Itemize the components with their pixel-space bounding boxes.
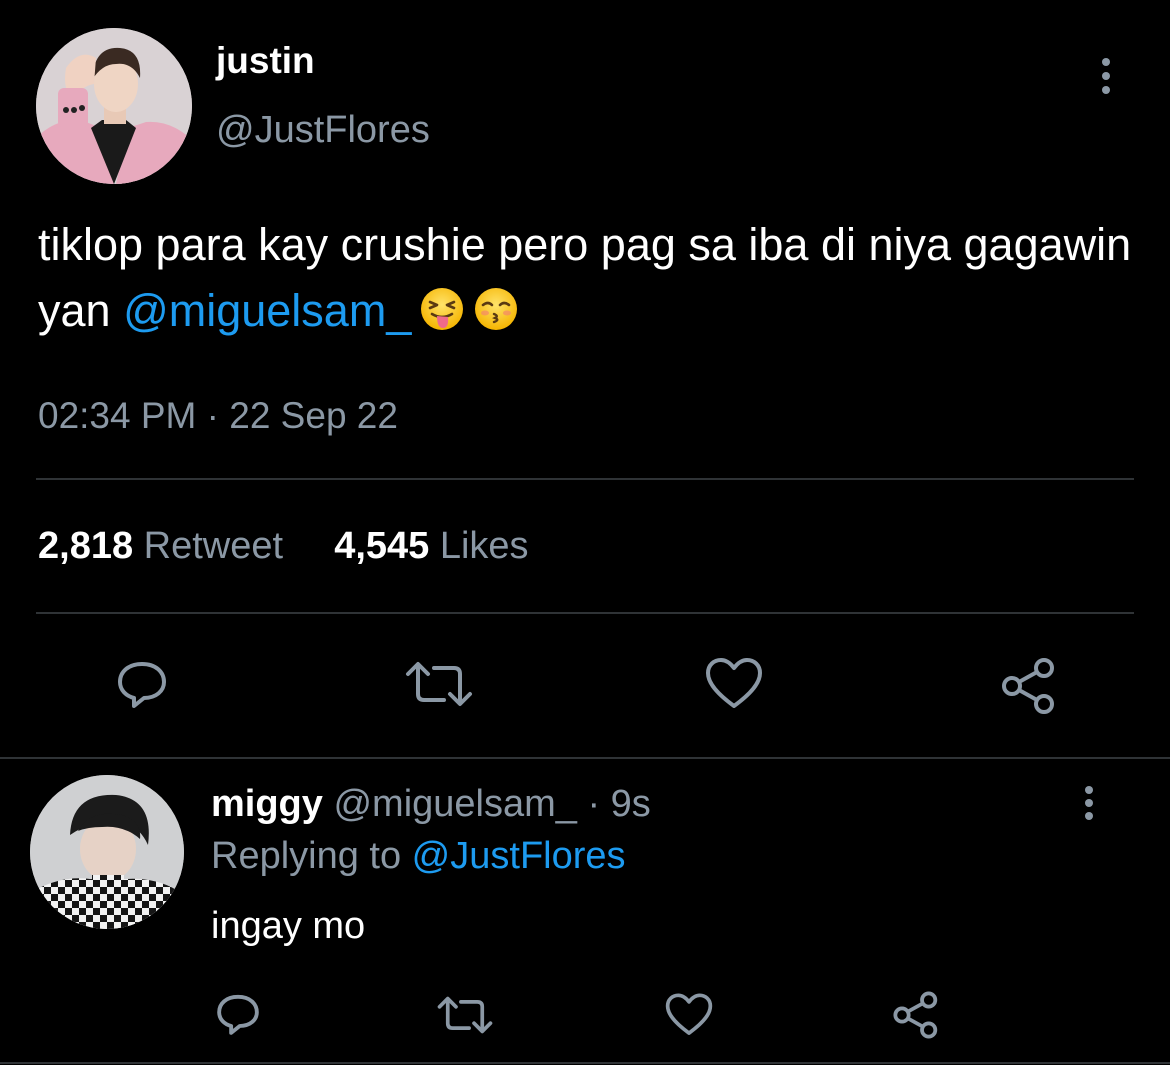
reply-header: miggy @miguelsam_ · 9s <box>211 780 651 828</box>
divider <box>36 478 1134 480</box>
replying-to: Replying to @JustFlores <box>211 832 626 880</box>
reply-text: ingay mo <box>211 905 366 947</box>
more-options-icon[interactable] <box>1098 58 1114 94</box>
tweet-mention-link[interactable]: @miguelsam_ <box>123 285 411 336</box>
retweet-count[interactable]: 2,818 <box>38 525 133 567</box>
retweet-label[interactable]: Retweet <box>144 525 283 567</box>
kebab-dot <box>1085 812 1093 820</box>
kebab-dot <box>1102 58 1110 66</box>
tweet-separator <box>0 757 1170 759</box>
like-icon[interactable] <box>664 992 714 1038</box>
share-icon[interactable] <box>1000 656 1060 716</box>
author-name[interactable]: justin <box>216 38 315 84</box>
replying-to-label: Replying to <box>211 835 412 877</box>
squinting-face-with-tongue-emoji-icon <box>421 288 464 330</box>
reply-time[interactable]: · 9s <box>577 783 650 825</box>
retweet-icon[interactable] <box>436 992 494 1038</box>
like-label[interactable]: Likes <box>440 525 529 567</box>
reply-author-name[interactable]: miggy <box>211 783 323 825</box>
reply-author-handle[interactable]: @miguelsam_ <box>333 783 576 825</box>
author-avatar[interactable] <box>36 28 192 184</box>
kebab-dot <box>1085 786 1093 794</box>
reply-icon[interactable] <box>214 990 262 1038</box>
kissing-face-with-closed-eyes-emoji-icon <box>475 288 518 330</box>
reply-avatar-image <box>30 775 184 929</box>
like-count[interactable]: 4,545 <box>334 525 429 567</box>
kebab-dot <box>1102 72 1110 80</box>
divider <box>36 612 1134 614</box>
tweet-stats: 2,818 Retweet 4,545 Likes <box>38 522 529 570</box>
share-icon[interactable] <box>892 990 942 1040</box>
kebab-dot <box>1102 86 1110 94</box>
replying-to-handle[interactable]: @JustFlores <box>412 835 626 877</box>
author-avatar-image <box>36 28 192 184</box>
tweet-timestamp[interactable]: 02:34 PM · 22 Sep 22 <box>38 392 398 440</box>
tweet-text: tiklop para kay crushie pero pag sa iba … <box>38 212 1138 344</box>
like-icon[interactable] <box>704 656 764 712</box>
reply-icon[interactable] <box>114 656 170 712</box>
retweet-icon[interactable] <box>404 656 474 712</box>
reply-more-options-icon[interactable] <box>1082 786 1096 820</box>
kebab-dot <box>1085 799 1093 807</box>
author-handle[interactable]: @JustFlores <box>216 106 430 154</box>
tweet-separator <box>0 1062 1170 1064</box>
reply-author-avatar[interactable] <box>30 775 184 929</box>
